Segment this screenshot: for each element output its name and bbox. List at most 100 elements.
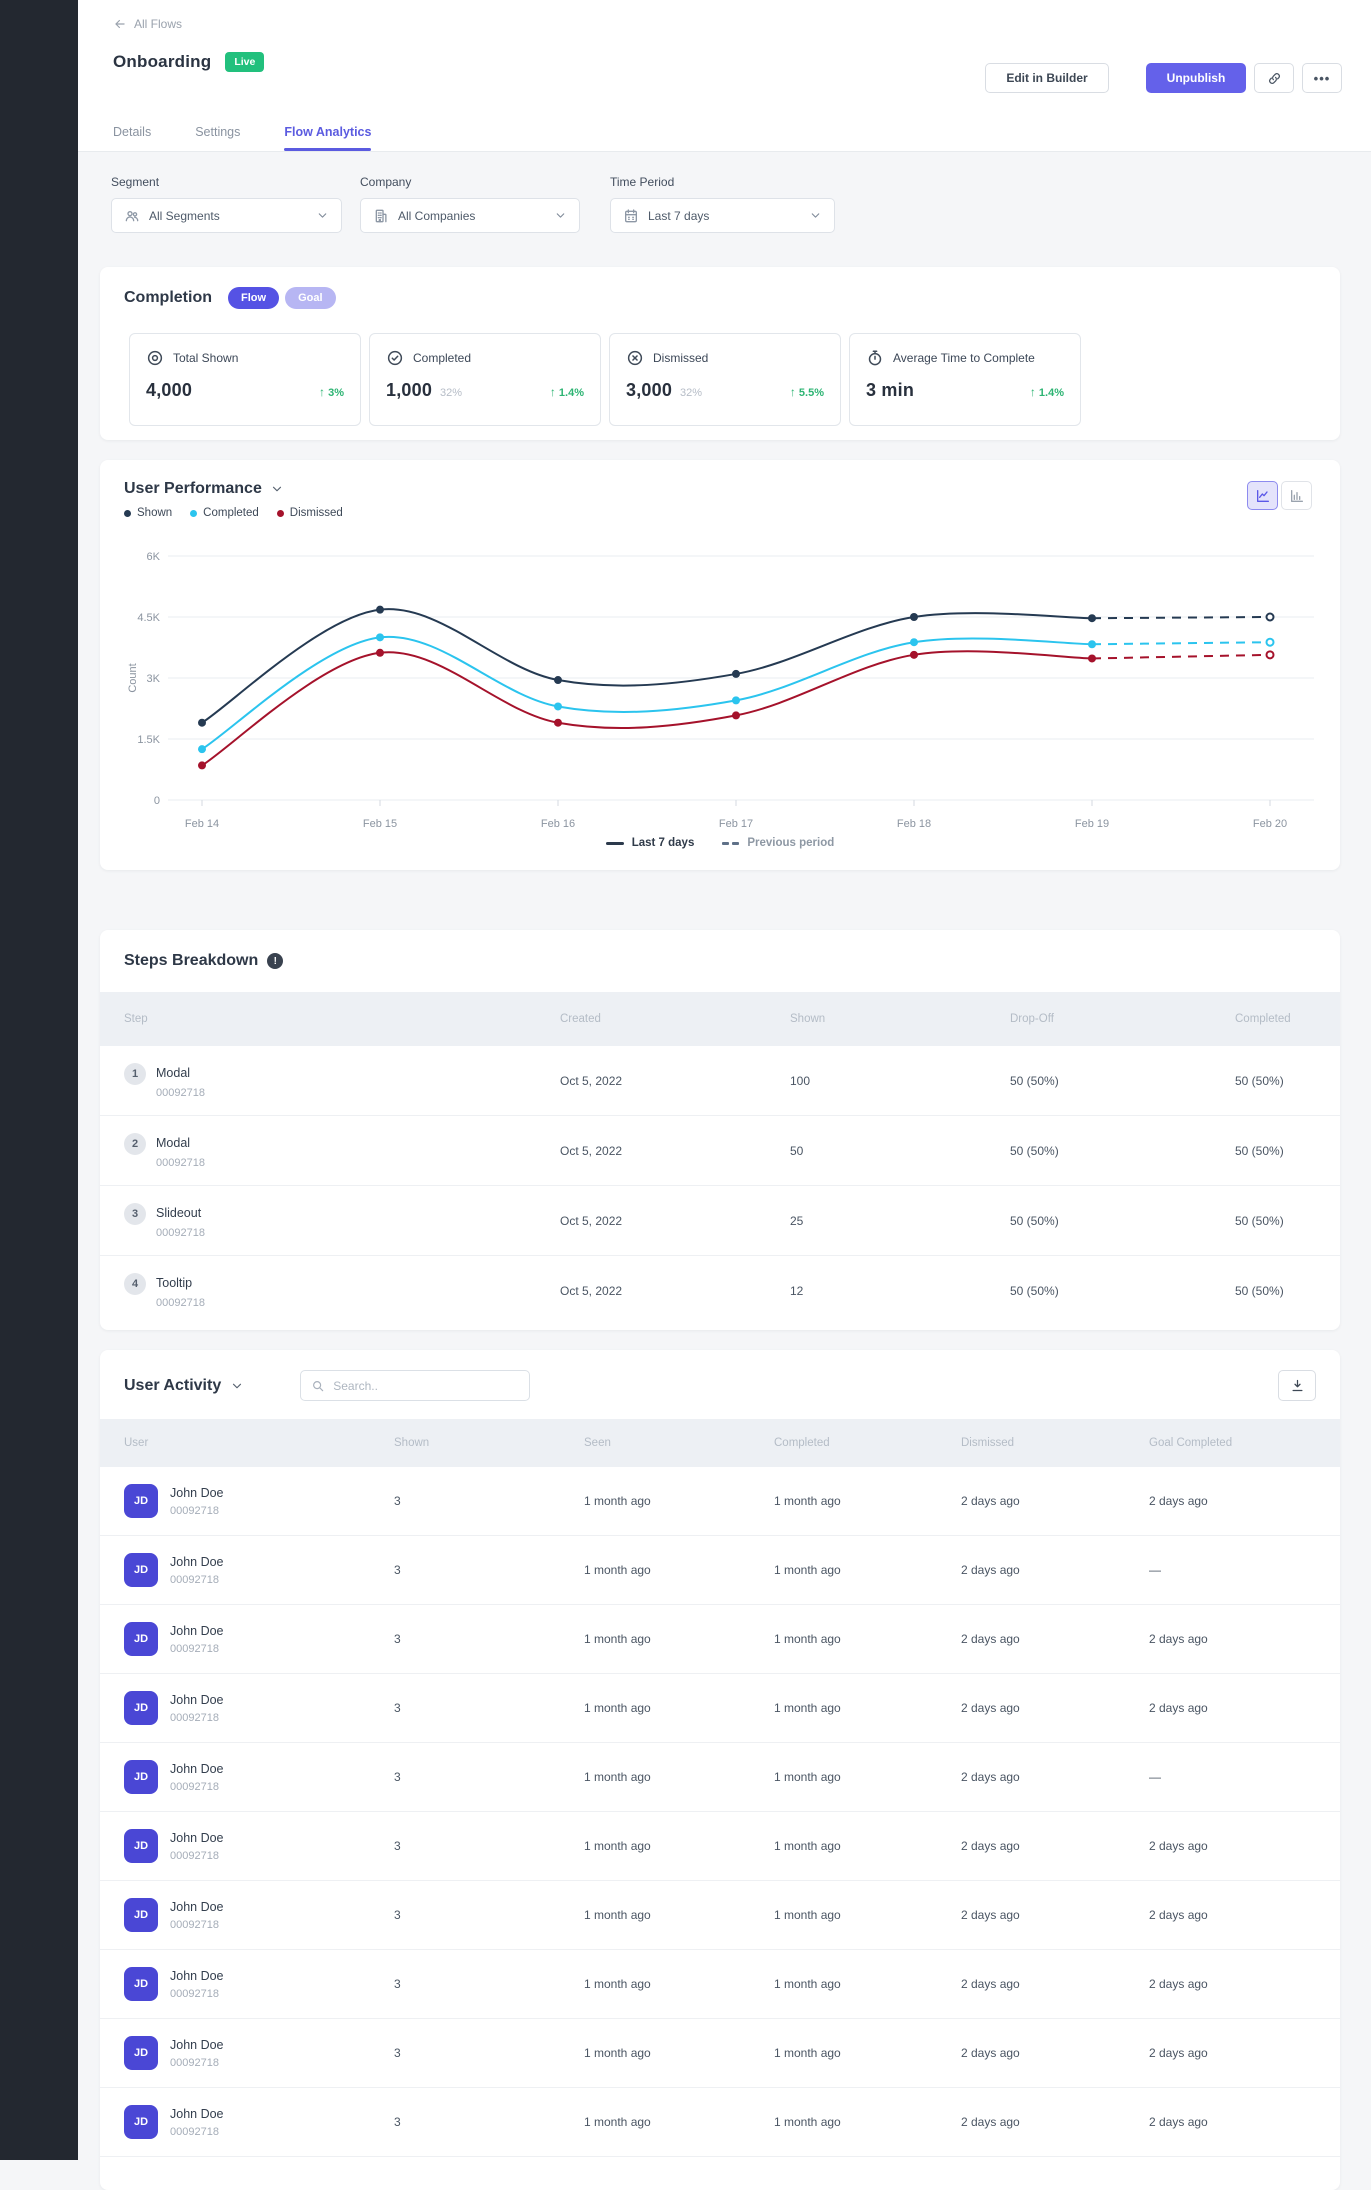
tab-settings[interactable]: Settings <box>195 125 240 151</box>
edit-in-builder-button[interactable]: Edit in Builder <box>985 63 1109 93</box>
step-dropoff: 50 (50%) <box>1010 1213 1059 1228</box>
svg-text:1.5K: 1.5K <box>137 734 160 746</box>
user-goal-completed: 2 days ago <box>1149 1494 1208 1508</box>
period-legend-solid: Last 7 days <box>605 837 694 849</box>
svg-text:Feb 14: Feb 14 <box>185 818 219 830</box>
stat-cards: Total Shown 4,000 ↑ 3% Completed 1,000 32% ↑ 1… <box>129 333 1316 426</box>
completion-title: Completion <box>124 289 212 306</box>
user-avatar: JD <box>124 1829 158 1863</box>
x-circle-icon <box>627 350 643 366</box>
column-header-completed: Completed <box>1235 1013 1291 1025</box>
user-dismissed: 2 days ago <box>961 2046 1020 2060</box>
step-row: 4 Tooltip 00092718 Oct 5, 2022 12 50 (50%) 50 … <box>100 1256 1340 1326</box>
back-to-all-flows-link[interactable]: All Flows <box>113 0 182 31</box>
user-seen: 1 month ago <box>584 2115 651 2129</box>
user-goal-completed: 2 days ago <box>1149 1977 1208 1991</box>
user-completed: 1 month ago <box>774 1701 841 1715</box>
user-id: 00092718 <box>170 1711 219 1724</box>
column-header-dismissed: Dismissed <box>961 1437 1015 1449</box>
user-name: John Doe <box>170 1485 224 1500</box>
steps-breakdown-section: Steps Breakdown ! Step Created Shown Drop-O… <box>100 930 1340 1330</box>
more-options-button[interactable]: ••• <box>1302 63 1342 93</box>
step-number: 4 <box>124 1273 146 1295</box>
user-activity-row: JD John Doe 00092718 3 1 month ago 1 month ag… <box>100 1467 1340 1536</box>
page-content: Segment All Segments Company All Companies T… <box>78 175 1371 2190</box>
line-chart-icon <box>1256 489 1269 502</box>
svg-text:Feb 18: Feb 18 <box>897 818 931 830</box>
copy-link-button[interactable] <box>1254 63 1294 93</box>
back-link-label: All Flows <box>134 17 183 31</box>
line-chart-toggle-button[interactable] <box>1247 481 1278 510</box>
filter-select[interactable]: All Segments <box>111 198 342 233</box>
filter-value: All Segments <box>149 208 220 223</box>
header-actions: Edit in Builder Unpublish ••• <box>985 63 1342 93</box>
ellipsis-icon: ••• <box>1313 70 1331 86</box>
building-icon <box>373 208 389 224</box>
filter-value: All Companies <box>398 208 476 223</box>
step-created: Oct 5, 2022 <box>560 1213 623 1228</box>
user-completed: 1 month ago <box>774 1632 841 1646</box>
column-header-drop-off: Drop-Off <box>1010 1013 1054 1025</box>
user-seen: 1 month ago <box>584 1494 651 1508</box>
stat-card-dismissed: Dismissed 3,000 32% ↑ 5.5% <box>609 333 841 426</box>
user-seen: 1 month ago <box>584 1908 651 1922</box>
step-completed: 50 (50%) <box>1235 1213 1284 1228</box>
legend-dot <box>124 509 131 517</box>
step-id: 00092718 <box>156 1156 205 1169</box>
stat-value: 3 min <box>866 380 915 400</box>
filter-select[interactable]: Last 7 days <box>610 198 835 233</box>
link-icon <box>1268 72 1280 84</box>
top-bar: All Flows Onboarding Live Edit in Builde… <box>78 0 1371 152</box>
user-goal-completed: 2 days ago <box>1149 2115 1208 2129</box>
app-sidebar <box>0 0 78 2160</box>
column-header-completed: Completed <box>774 1437 830 1449</box>
stat-card-average-time-to-complete: Average Time to Complete 3 min ↑ 1.4% <box>849 333 1081 426</box>
user-goal-completed: — <box>1149 1770 1161 1784</box>
step-row: 1 Modal 00092718 Oct 5, 2022 100 50 (50%) 50 (… <box>100 1046 1340 1116</box>
filter-company: Company All Companies <box>360 175 580 233</box>
user-activity-section: User Activity User Shown Seen Completed Dism… <box>100 1350 1340 2190</box>
user-shown: 3 <box>394 1908 401 1922</box>
step-completed: 50 (50%) <box>1235 1073 1284 1088</box>
column-header-user: User <box>124 1437 149 1449</box>
user-completed: 1 month ago <box>774 1908 841 1922</box>
steps-table-header: Step Created Shown Drop-Off Completed <box>100 992 1340 1046</box>
user-dismissed: 2 days ago <box>961 1632 1020 1646</box>
step-completed: 50 (50%) <box>1235 1284 1284 1298</box>
toggle-goal[interactable]: Goal <box>285 287 336 309</box>
calendar-icon <box>623 208 639 224</box>
chevron-down-icon <box>316 209 329 222</box>
search-input[interactable] <box>333 1378 520 1393</box>
toggle-flow[interactable]: Flow <box>228 287 280 309</box>
chevron-down-icon <box>556 213 565 218</box>
user-shown: 3 <box>394 1701 401 1715</box>
user-activity-header[interactable]: User Activity <box>124 1377 244 1395</box>
filter-select[interactable]: All Companies <box>360 198 580 233</box>
user-avatar: JD <box>124 1691 158 1725</box>
user-seen: 1 month ago <box>584 1632 651 1646</box>
bar-chart-toggle-button[interactable] <box>1281 481 1312 510</box>
user-avatar: JD <box>124 1898 158 1932</box>
export-button[interactable] <box>1278 1370 1316 1401</box>
user-shown: 3 <box>394 1632 401 1646</box>
user-id: 00092718 <box>170 2056 219 2069</box>
step-row: 3 Slideout 00092718 Oct 5, 2022 25 50 (50%) 50… <box>100 1186 1340 1256</box>
column-header-shown: Shown <box>790 1013 826 1025</box>
user-avatar: JD <box>124 2036 158 2070</box>
unpublish-button[interactable]: Unpublish <box>1146 63 1246 93</box>
user-performance-header[interactable]: User Performance <box>124 480 284 498</box>
user-activity-row: JD John Doe 00092718 3 1 month ago 1 month ag… <box>100 2088 1340 2157</box>
solid-line-swatch <box>605 841 624 845</box>
filter-value: Last 7 days <box>648 208 710 223</box>
activity-table-header: User Shown Seen Completed Dismissed Goal Comp… <box>100 1419 1340 1467</box>
user-avatar: JD <box>124 1622 158 1656</box>
tab-flow-analytics[interactable]: Flow Analytics <box>284 125 372 151</box>
filter-time-period: Time Period Last 7 days <box>610 175 835 233</box>
user-dismissed: 2 days ago <box>961 1839 1020 1853</box>
info-icon[interactable]: ! <box>267 953 284 969</box>
user-seen: 1 month ago <box>584 2046 651 2060</box>
user-activity-title: User Activity <box>124 1376 222 1394</box>
user-seen: 1 month ago <box>584 1770 651 1784</box>
user-id: 00092718 <box>170 1918 219 1931</box>
tab-details[interactable]: Details <box>113 125 151 151</box>
